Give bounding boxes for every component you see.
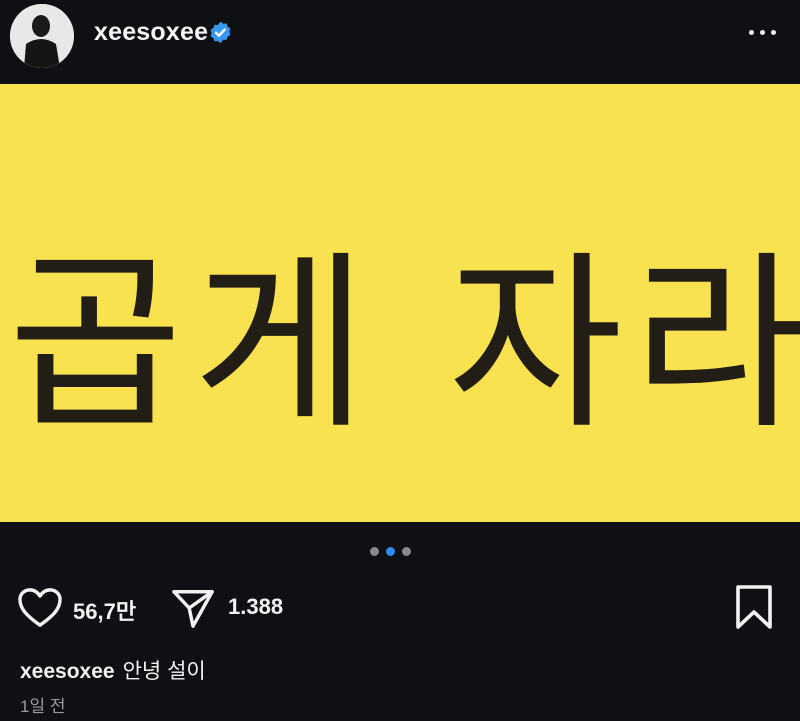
avatar[interactable] — [10, 4, 74, 68]
carousel-dot — [370, 547, 379, 556]
post-header: xeesoxee — [0, 0, 800, 84]
send-icon[interactable] — [170, 586, 216, 630]
post-caption: xeesoxee 안녕 설이 — [20, 655, 206, 685]
carousel-dot — [402, 547, 411, 556]
like-count[interactable]: 56,7만 — [73, 594, 136, 626]
heart-icon[interactable] — [17, 587, 63, 629]
verified-badge-icon — [210, 21, 231, 44]
caption-username[interactable]: xeesoxee — [20, 660, 115, 683]
caption-text: 안녕 설이 — [122, 660, 206, 683]
more-options-icon[interactable] — [744, 22, 780, 42]
share-count[interactable]: 1.388 — [228, 594, 283, 620]
header-username[interactable]: xeesoxee — [94, 18, 208, 47]
post-image[interactable]: 곱게 자라 — [0, 84, 800, 522]
action-bar: 56,7만 1.388 — [0, 580, 800, 636]
avatar-image — [10, 4, 74, 68]
carousel-indicator — [370, 547, 411, 556]
carousel-dot-active — [386, 547, 395, 556]
bookmark-icon[interactable] — [734, 584, 774, 630]
post-image-text: 곱게 자라 — [8, 234, 800, 455]
post-timestamp: 1일 전 — [20, 697, 66, 716]
